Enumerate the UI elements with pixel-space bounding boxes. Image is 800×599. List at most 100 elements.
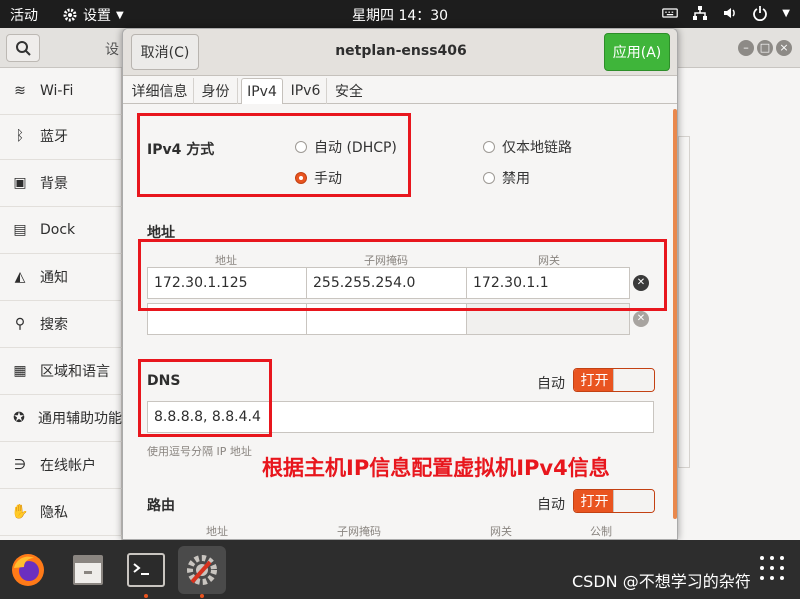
settings-content-edge [678,68,800,540]
close-icon[interactable]: × [776,40,792,56]
sidebar-item-accessibility[interactable]: ✪ 通用辅助功能 [0,395,122,442]
sidebar-item-label: 背景 [40,176,68,192]
grid-icon [760,556,764,560]
system-tray[interactable]: ▼ [662,5,790,21]
dialog-tabs: 详细信息 身份 IPv4 IPv6 安全 [123,76,677,104]
chevron-down-icon[interactable]: ▼ [782,8,790,19]
accessibility-icon: ✪ [13,410,25,426]
radio-label: 禁用 [502,171,530,187]
sidebar-item-background[interactable]: ▣ 背景 [0,160,122,207]
top-bar: 活动 设置 ▼ 星期四 14：30 ▼ [0,0,800,28]
sidebar-item-privacy[interactable]: ✋ 隐私 [0,489,122,536]
region-icon: ▦ [13,363,27,379]
grid-icon [770,566,774,570]
annotation-box [138,239,667,311]
tab-ipv4[interactable]: IPv4 [241,78,283,104]
online-accounts-icon: ∋ [13,457,27,473]
sidebar-item-wifi[interactable]: ≋ Wi-Fi [0,68,122,115]
grid-icon [780,556,784,560]
switch-on-label: 打开 [574,369,615,391]
files-launcher[interactable] [64,546,112,594]
window-controls[interactable]: – □ × [738,40,792,56]
scrollbar[interactable] [673,109,677,519]
watermark: CSDN @不想学习的杂符 [572,572,751,591]
radio-label: 仅本地链路 [502,140,572,156]
tab-security[interactable]: 安全 [329,78,369,104]
grid-icon [780,576,784,580]
keyboard-icon[interactable] [662,5,679,21]
delete-icon[interactable]: ✕ [633,311,649,327]
sidebar-item-bluetooth[interactable]: ᛒ 蓝牙 [0,113,122,160]
sidebar-item-label: Dock [40,222,76,238]
sidebar-item-label: 区域和语言 [40,364,110,380]
firefox-icon [12,554,44,586]
annotation-text: 根据主机IP信息配置虚拟机IPv4信息 [262,456,610,480]
volume-icon[interactable] [722,5,738,21]
network-icon[interactable] [692,5,708,21]
settings-panel-edge [678,136,690,468]
minimize-icon[interactable]: – [738,40,754,56]
running-indicator [200,594,204,598]
search-button[interactable] [6,34,40,62]
tab-identity[interactable]: 身份 [194,78,238,104]
settings-sidebar: ≋ Wi-Fi ᛒ 蓝牙 ▣ 背景 ▤ Dock ◭ 通知 ⚲ 搜索 ▦ 区域和语言 ✪ 通用辅… [0,68,122,540]
routes-auto-switch[interactable]: 打开 [573,489,655,513]
sidebar-item-dock[interactable]: ▤ Dock [0,207,122,254]
dialog-title: netplan-enss406 [335,43,467,59]
activities-button[interactable]: 活动 [10,5,38,25]
sidebar-item-notifications[interactable]: ◭ 通知 [0,254,122,301]
app-menu[interactable]: 设置 ▼ [62,5,124,25]
running-indicator [144,594,148,598]
annotation-box [137,113,411,197]
routes-label: 路由 [147,498,175,514]
chevron-down-icon: ▼ [116,9,124,21]
sidebar-item-label: 通用辅助功能 [38,411,122,427]
column-header: 地址 [206,525,228,538]
search-icon [16,41,31,56]
sidebar-item-online-accounts[interactable]: ∋ 在线帐户 [0,442,122,489]
app-menu-label: 设置 [83,8,111,24]
switch-on-label: 打开 [574,490,615,512]
tab-details[interactable]: 详细信息 [126,78,194,104]
firefox-launcher[interactable] [4,546,52,594]
files-icon [73,555,103,585]
sidebar-item-region[interactable]: ▦ 区域和语言 [0,348,122,395]
apply-button[interactable]: 应用(A) [604,33,670,71]
tab-ipv6[interactable]: IPv6 [285,78,327,104]
radio-link-local[interactable]: 仅本地链路 [483,137,572,157]
terminal-icon [127,553,165,587]
terminal-launcher[interactable] [122,546,170,598]
settings-icon [187,555,217,585]
switch-knob [613,369,654,391]
grid-icon [770,576,774,580]
dns-hint: 使用逗号分隔 IP 地址 [147,445,252,458]
routes-auto-label: 自动 [537,497,565,513]
grid-icon [760,576,764,580]
dock-icon: ▤ [13,222,27,238]
bluetooth-icon: ᛒ [15,128,25,144]
grid-icon [780,566,784,570]
background-icon: ▣ [13,175,27,191]
radio-button[interactable] [483,172,495,184]
dns-auto-switch[interactable]: 打开 [573,368,655,392]
grid-icon [770,556,774,560]
wifi-icon: ≋ [14,83,26,99]
settings-title: 设 [105,42,119,58]
clock[interactable]: 星期四 14：30 [352,5,448,25]
show-applications-button[interactable] [760,556,788,584]
search-icon: ⚲ [14,316,26,332]
maximize-icon[interactable]: □ [757,40,773,56]
dialog-header: 取消(C) netplan-enss406 应用(A) [123,29,677,76]
power-icon[interactable] [752,5,768,21]
sidebar-item-label: 蓝牙 [40,129,68,145]
radio-disabled[interactable]: 禁用 [483,168,530,188]
column-header: 网关 [490,525,512,538]
switch-knob [613,490,654,512]
sidebar-item-search[interactable]: ⚲ 搜索 [0,301,122,348]
column-header: 子网掩码 [337,525,381,538]
sidebar-item-label: 搜索 [40,317,68,333]
settings-launcher[interactable] [178,546,226,598]
annotation-box [138,359,272,437]
dns-auto-label: 自动 [537,376,565,392]
radio-button[interactable] [483,141,495,153]
